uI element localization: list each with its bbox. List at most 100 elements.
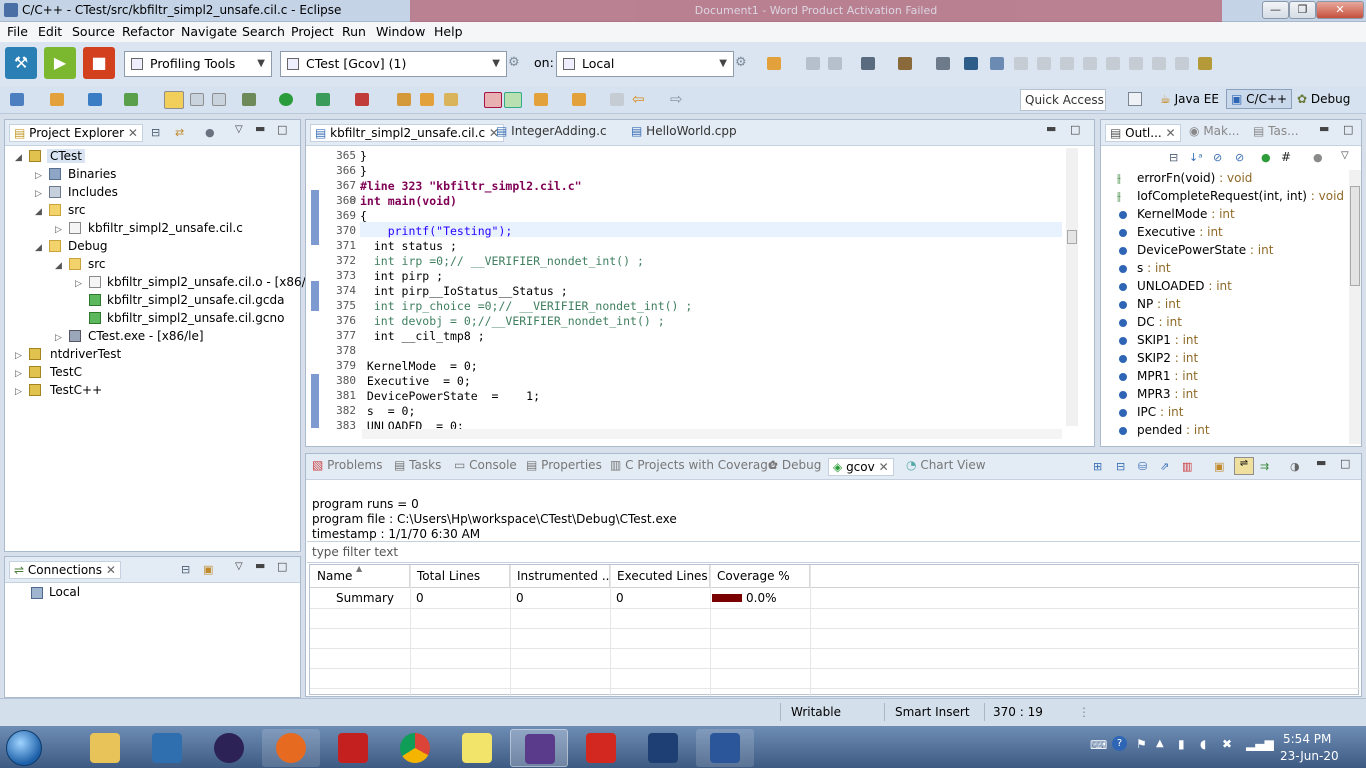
view-menu-icon[interactable]: ▽ — [235, 561, 243, 572]
collapse-all-icon[interactable]: ⊟ — [181, 563, 190, 576]
open-perspective-icon[interactable] — [1128, 92, 1142, 106]
keyboard-icon[interactable]: ⌨ — [1090, 738, 1107, 752]
resume-icon[interactable] — [1014, 57, 1028, 70]
minimize-view-icon[interactable]: ▬ — [255, 559, 265, 572]
new-icon[interactable] — [767, 57, 781, 70]
launch-target-combo[interactable]: Local ▼ — [556, 51, 734, 77]
expand-toggle-icon[interactable]: ▷ — [15, 351, 22, 361]
mute-icon[interactable]: ✖ — [1222, 737, 1232, 751]
clock-time[interactable]: 5:54 PM — [1283, 732, 1331, 746]
table-row[interactable]: Summary 0 0 0 0.0% — [310, 588, 1360, 608]
new-folder-icon[interactable] — [50, 93, 64, 106]
maximize-view-icon[interactable]: □ — [277, 560, 287, 573]
toggle-mark-occurrences-icon[interactable] — [164, 91, 184, 109]
skip-breakpoints-icon[interactable] — [990, 57, 1004, 70]
next-annotation-icon[interactable] — [484, 92, 502, 108]
menu-help[interactable]: Help — [434, 24, 463, 39]
editor-tab-helloworld[interactable]: ▤ HelloWorld.cpp — [631, 124, 737, 138]
menu-project[interactable]: Project — [291, 24, 334, 39]
make-target-tab[interactable]: ◉ Mak... — [1189, 124, 1239, 138]
next-edit-icon[interactable] — [534, 93, 548, 106]
hide-macros-icon[interactable]: # — [1281, 150, 1291, 164]
expand-toggle-icon[interactable]: ▷ — [75, 279, 82, 289]
outline-item[interactable]: SKIP2 : int — [1119, 351, 1198, 365]
scrollbar-thumb[interactable] — [1350, 186, 1360, 286]
stop-icon[interactable]: ■ — [83, 47, 115, 79]
perspective-c-cpp[interactable]: ▣ C/C++ — [1226, 89, 1293, 109]
taskbar-winzip[interactable] — [324, 729, 382, 767]
save-all-icon[interactable] — [828, 57, 842, 70]
disconnect-icon[interactable] — [1083, 57, 1097, 70]
network-icon[interactable]: ▂▄▆ — [1246, 737, 1274, 751]
outline-item[interactable]: DC : int — [1119, 315, 1182, 329]
task-list-tab[interactable]: ▤ Tas... — [1253, 124, 1299, 138]
fold-toggle-icon[interactable]: ⊖ — [349, 195, 357, 205]
launch-mode-combo[interactable]: Profiling Tools ▼ — [124, 51, 272, 77]
open-folder-icon[interactable]: ▣ — [1214, 460, 1224, 473]
expand-toggle-icon[interactable]: ◢ — [35, 207, 42, 217]
step-return-icon[interactable] — [1152, 57, 1166, 70]
outline-item[interactable]: SKIP1 : int — [1119, 333, 1198, 347]
expand-toggle-icon[interactable]: ◢ — [55, 261, 62, 271]
collapse-all-icon[interactable]: ⊟ — [151, 126, 160, 139]
tree-item-ctest[interactable]: CTest — [47, 149, 86, 163]
tab-gcov[interactable]: ◈ gcov ✕ — [828, 458, 894, 476]
battery-icon[interactable]: ▮ — [1178, 737, 1185, 751]
launch-icon[interactable]: ▶ — [44, 47, 76, 79]
minimize-view-icon[interactable]: ▬ — [1319, 122, 1329, 135]
view-menu-icon[interactable]: ▽ — [1341, 150, 1349, 161]
expand-toggle-icon[interactable]: ◢ — [35, 243, 42, 253]
column-header-name[interactable]: Name ▲ — [310, 565, 410, 587]
sort-icon[interactable]: ⛁ — [1138, 460, 1147, 473]
editor-tab-integeradding[interactable]: ▤ IntegerAdding.c — [496, 124, 607, 138]
outline-item[interactable]: ⫲ IofCompleteRequest(int, int) : void — [1117, 189, 1344, 203]
vertical-scrollbar[interactable] — [1349, 170, 1361, 444]
run-icon[interactable] — [279, 93, 293, 106]
step-over-icon[interactable] — [1129, 57, 1143, 70]
use-step-filters-icon[interactable] — [1198, 57, 1212, 70]
perspective-java-ee[interactable]: ☕ Java EE — [1160, 92, 1219, 106]
sort-icon[interactable]: ↓ᵃ — [1189, 151, 1203, 164]
horizontal-scrollbar[interactable] — [362, 429, 1062, 439]
last-edit-location-icon[interactable] — [572, 93, 586, 106]
menu-edit[interactable]: Edit — [38, 24, 62, 39]
tree-item-gcno-file[interactable]: kbfiltr_simpl2_unsafe.cil.gcno — [107, 311, 284, 325]
save-icon[interactable] — [806, 57, 820, 70]
new-connection-icon[interactable]: ▣ — [203, 563, 213, 576]
maximize-view-icon[interactable]: □ — [1070, 123, 1080, 136]
function-view-icon[interactable]: ⇉ — [1260, 460, 1269, 473]
profile-icon[interactable] — [355, 93, 369, 106]
menu-window[interactable]: Window — [376, 24, 425, 39]
tab-c-projects-coverage[interactable]: ▥ C Projects with Coverage — [610, 458, 775, 472]
tab-tasks[interactable]: ▤ Tasks — [394, 458, 441, 472]
column-header-instrumented[interactable]: Instrumented ... — [510, 565, 610, 587]
debug-tools-icon[interactable] — [861, 57, 875, 70]
outline-item[interactable]: MPR1 : int — [1119, 369, 1198, 383]
launch-configuration-combo[interactable]: CTest [Gcov] (1) ▼ — [280, 51, 507, 77]
column-header-total-lines[interactable]: Total Lines — [410, 565, 510, 587]
expand-toggle-icon[interactable]: ▷ — [15, 387, 22, 397]
outline-item[interactable]: IPC : int — [1119, 405, 1183, 419]
refresh-icon[interactable] — [124, 93, 138, 106]
menu-search[interactable]: Search — [242, 24, 285, 39]
start-button[interactable] — [6, 730, 42, 766]
link-with-editor-icon[interactable]: ⇄ — [175, 126, 184, 139]
vertical-scrollbar[interactable] — [1066, 148, 1078, 426]
tree-item-binaries[interactable]: Binaries — [68, 167, 116, 181]
export-icon[interactable]: ⇗ — [1160, 460, 1169, 473]
tree-item-debug-src[interactable]: src — [88, 257, 106, 271]
close-icon[interactable]: ✕ — [1166, 126, 1176, 140]
flag-icon[interactable]: ⚑ — [1136, 737, 1147, 751]
minimize-view-icon[interactable]: ▬ — [1316, 456, 1326, 469]
expand-toggle-icon[interactable]: ▷ — [55, 333, 62, 343]
launch-target-gear-icon[interactable]: ⚙ — [735, 55, 747, 70]
tree-item-src[interactable]: src — [68, 203, 86, 217]
clock-date[interactable]: 23-Jun-20 — [1280, 749, 1339, 763]
hide-non-public-icon[interactable]: ● — [1261, 151, 1271, 164]
outline-item[interactable]: pended : int — [1119, 423, 1210, 437]
block-selection-icon[interactable] — [190, 93, 204, 106]
collapse-all-icon[interactable]: ⊟ — [1169, 151, 1178, 164]
filter-input[interactable]: type filter text — [307, 541, 1360, 563]
expand-toggle-icon[interactable]: ▷ — [35, 171, 42, 181]
step-into-icon[interactable] — [1106, 57, 1120, 70]
